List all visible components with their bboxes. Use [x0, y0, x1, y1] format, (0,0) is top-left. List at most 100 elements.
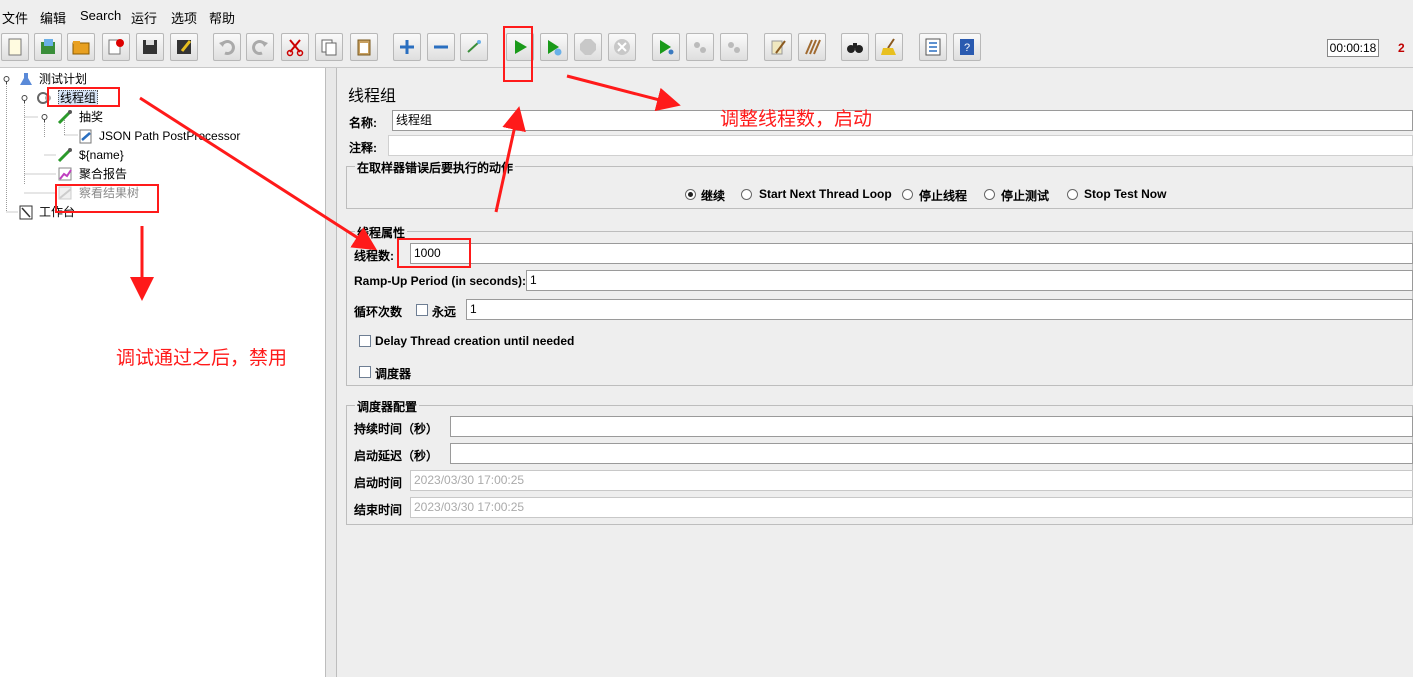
reset-search-button[interactable]: [875, 33, 903, 61]
menu-bar: 文件 编辑 Search 运行 选项 帮助: [0, 0, 1413, 30]
remote-start-button[interactable]: [652, 33, 680, 61]
binoculars-icon: [847, 43, 863, 53]
thread-count-label: 线程数:: [354, 249, 394, 263]
plus-icon: [400, 40, 414, 54]
open-button[interactable]: [67, 33, 95, 61]
start-time-input[interactable]: 2023/03/30 17:00:25: [410, 470, 1413, 491]
start-button[interactable]: [506, 33, 534, 61]
tree-node-view-results-tree[interactable]: 察看结果树: [57, 185, 139, 201]
stop-button[interactable]: [574, 33, 602, 61]
error-count[interactable]: 2: [1398, 41, 1405, 55]
expand-all-button[interactable]: [393, 33, 421, 61]
menu-edit[interactable]: 编辑: [40, 8, 66, 27]
tree-node-label: ${name}: [79, 148, 124, 162]
tree-lines: [3, 76, 78, 213]
save-as-button[interactable]: [170, 33, 198, 61]
open-folder-icon: [72, 41, 90, 55]
radio-stop-thread[interactable]: [902, 189, 913, 200]
tree-node-aggregate-report[interactable]: 聚合报告: [57, 166, 127, 182]
radio-continue-label: 继续: [701, 189, 726, 203]
report-chart-icon: [58, 167, 72, 181]
duration-label: 持续时间（秒）: [354, 422, 439, 436]
tree-node-name-sampler[interactable]: ${name}: [57, 147, 124, 163]
radio-stop-test-now[interactable]: [1067, 189, 1078, 200]
radio-stop-thread-label: 停止线程: [919, 189, 968, 203]
toolbar: ? 00:00:18 2: [0, 30, 1413, 68]
tree-node-label: 察看结果树: [79, 186, 140, 200]
forever-checkbox[interactable]: [416, 304, 428, 316]
copy-icon: [321, 39, 337, 56]
remote-shutdown-icon: [728, 42, 740, 53]
page-title: 线程组: [348, 88, 397, 105]
play-no-pause-icon: [548, 40, 562, 56]
remote-shutdown-button[interactable]: [720, 33, 748, 61]
start-no-pauses-button[interactable]: [540, 33, 568, 61]
paste-button[interactable]: [350, 33, 378, 61]
startup-delay-label: 启动延迟（秒）: [354, 449, 439, 463]
shutdown-button[interactable]: [608, 33, 636, 61]
redo-button[interactable]: [246, 33, 274, 61]
toggle-wand-icon: [467, 40, 481, 53]
copy-button[interactable]: [315, 33, 343, 61]
listener-disabled-icon: [58, 186, 72, 200]
toggle-button[interactable]: [460, 33, 488, 61]
end-time-input[interactable]: 2023/03/30 17:00:25: [410, 497, 1413, 518]
name-label: 名称:: [349, 116, 377, 130]
tree-node-lottery-sampler[interactable]: 抽奖: [57, 109, 103, 125]
menu-run[interactable]: 运行: [131, 8, 157, 27]
radio-stop-test[interactable]: [984, 189, 995, 200]
thread-group-editor: 线程组 名称: 线程组 注释: 在取样器错误后要执行的动作 继续 Start N…: [338, 68, 1413, 677]
test-plan-tree: 测试计划 线程组 抽奖 JSON Path PostProcessor ${na…: [0, 68, 325, 677]
clear-all-icon: [805, 39, 821, 55]
pane-splitter[interactable]: [325, 68, 337, 677]
loop-count-input[interactable]: 1: [466, 299, 1413, 320]
tree-node-json-path-postprocessor[interactable]: JSON Path PostProcessor: [78, 128, 240, 144]
radio-start-next-loop[interactable]: [741, 189, 752, 200]
tree-node-thread-group[interactable]: 线程组: [37, 90, 99, 106]
thread-count-input[interactable]: 1000: [410, 243, 1413, 264]
remote-stop-button[interactable]: [686, 33, 714, 61]
collapse-all-button[interactable]: [427, 33, 455, 61]
paste-clipboard-icon: [357, 39, 371, 56]
save-disk-icon: [143, 40, 157, 54]
tree-node-label: 测试计划: [39, 72, 88, 86]
redo-icon: [252, 40, 268, 55]
scheduler-checkbox[interactable]: [359, 366, 371, 378]
cut-button[interactable]: [281, 33, 309, 61]
function-helper-button[interactable]: [919, 33, 947, 61]
clear-button[interactable]: [764, 33, 792, 61]
name-input[interactable]: 线程组: [392, 110, 1413, 131]
tree-node-test-plan[interactable]: 测试计划: [18, 71, 87, 87]
new-button[interactable]: [1, 33, 29, 61]
tree-node-label: 聚合报告: [79, 167, 128, 181]
undo-button[interactable]: [213, 33, 241, 61]
save-button[interactable]: [136, 33, 164, 61]
tree-node-label: 工作台: [39, 205, 76, 219]
duration-input[interactable]: [450, 416, 1413, 437]
remote-stop-icon: [694, 42, 706, 53]
clear-all-button[interactable]: [798, 33, 826, 61]
menu-file[interactable]: 文件: [2, 8, 28, 27]
sampler-pipette-icon: [57, 110, 72, 125]
delay-thread-creation-checkbox[interactable]: [359, 335, 371, 347]
templates-button[interactable]: [34, 33, 62, 61]
help-button[interactable]: ?: [953, 33, 981, 61]
tree-node-label: JSON Path PostProcessor: [99, 129, 241, 143]
close-file-icon: [108, 39, 124, 55]
startup-delay-input[interactable]: [450, 443, 1413, 464]
menu-search[interactable]: Search: [80, 8, 121, 23]
radio-continue[interactable]: [685, 189, 696, 200]
close-button[interactable]: [102, 33, 130, 61]
forever-label: 永远: [432, 305, 457, 319]
menu-help[interactable]: 帮助: [209, 8, 235, 27]
clear-broom-icon: [771, 40, 786, 55]
comment-input[interactable]: [388, 135, 1413, 156]
search-button[interactable]: [841, 33, 869, 61]
test-plan-icon: [20, 73, 32, 85]
menu-options[interactable]: 选项: [171, 8, 197, 27]
tree-node-label: 线程组: [58, 90, 99, 106]
rampup-input[interactable]: 1: [526, 270, 1413, 291]
tree-node-workbench[interactable]: 工作台: [18, 204, 75, 220]
thread-properties-title: 线程属性: [355, 224, 408, 241]
radio-stop-test-now-label: Stop Test Now: [1084, 187, 1167, 201]
